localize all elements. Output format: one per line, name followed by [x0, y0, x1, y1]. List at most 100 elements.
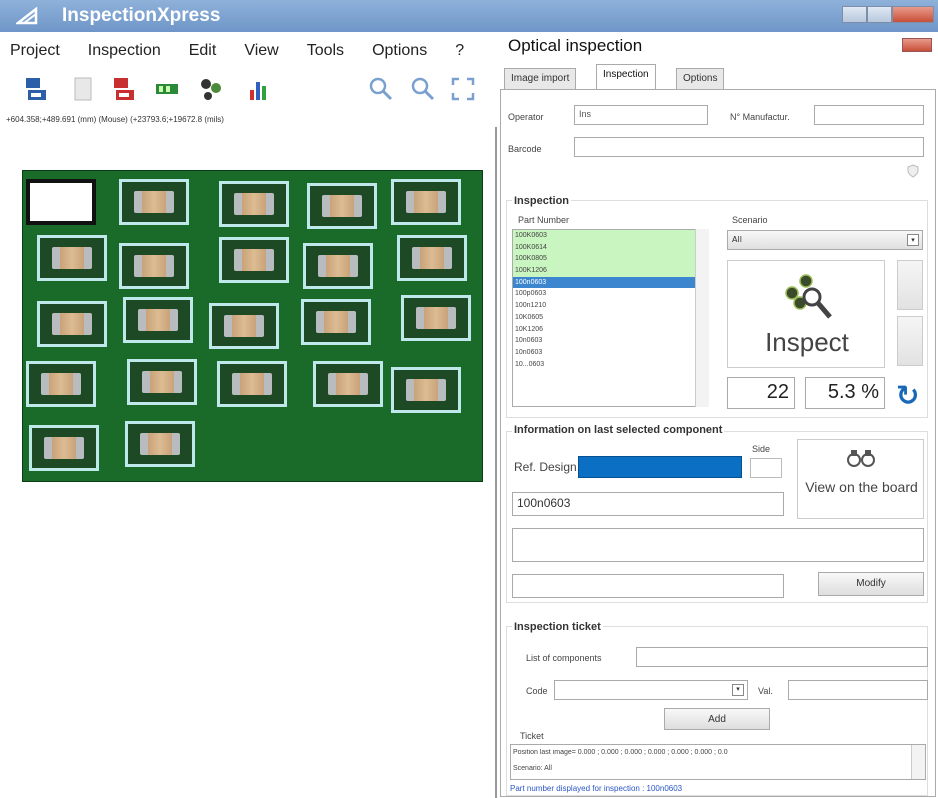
code-select[interactable]: ▾ [554, 680, 748, 700]
board-icon[interactable] [154, 76, 180, 102]
dropdown-arrow-icon[interactable]: ▾ [907, 234, 919, 246]
menu-inspection[interactable]: Inspection [88, 42, 161, 66]
component-box[interactable] [29, 425, 99, 471]
toolbar [10, 70, 498, 110]
dropdown-arrow-icon[interactable]: ▾ [732, 684, 744, 696]
component-box[interactable] [401, 295, 471, 341]
part-number-item[interactable]: 10...0603 [513, 359, 708, 371]
view-on-board-label: View on the board [805, 479, 918, 495]
part-number-item[interactable]: 100n0603 [513, 276, 708, 289]
menu-view[interactable]: View [244, 42, 278, 66]
tab-options[interactable]: Options [676, 68, 725, 90]
component-box[interactable] [391, 179, 461, 225]
tab-inspection[interactable]: Inspection [596, 64, 656, 90]
modify-button[interactable]: Modify [818, 572, 924, 596]
pcb-image[interactable] [22, 170, 483, 482]
component-box[interactable] [397, 235, 467, 281]
val-label: Val. [758, 686, 773, 696]
shield-icon[interactable] [906, 164, 920, 178]
component-box[interactable] [303, 243, 373, 289]
app-title: InspectionXpress [62, 5, 221, 26]
ref-design-field[interactable] [578, 456, 742, 478]
val-field[interactable] [788, 680, 928, 700]
component-box[interactable] [127, 359, 197, 405]
panel-title: Optical inspection [508, 36, 643, 55]
selected-component-marker[interactable] [26, 179, 96, 225]
part-number-item[interactable]: 10K1206 [513, 324, 708, 336]
scenario-label: Scenario [732, 215, 768, 225]
scroll-down-button[interactable] [897, 316, 923, 366]
inspection-group-title: Inspection [512, 195, 572, 207]
part-number-item[interactable]: 100K0805 [513, 253, 708, 266]
part-number-item[interactable]: 100K1206 [513, 265, 708, 277]
component-box[interactable] [123, 297, 193, 343]
maximize-button[interactable] [867, 6, 892, 23]
part-list-scrollbar[interactable] [695, 229, 709, 407]
component-box[interactable] [26, 361, 96, 407]
part-number-item[interactable]: 100p0603 [513, 288, 708, 300]
menu-tools[interactable]: Tools [307, 42, 344, 66]
tab-image-import[interactable]: Image import [504, 68, 577, 90]
open-board-icon[interactable] [24, 76, 50, 102]
barcode-field[interactable] [574, 137, 924, 157]
component-box[interactable] [219, 237, 289, 283]
part-number-list[interactable]: 100K0603 100K0614 100K0805 100K1206 100n0603… [512, 229, 709, 407]
binoculars-icon [847, 450, 875, 467]
list-components-label: List of components [526, 653, 602, 663]
component-box[interactable] [301, 299, 371, 345]
component-box[interactable] [313, 361, 383, 407]
component-comment-field[interactable] [512, 574, 784, 598]
part-value-field[interactable]: 100n0603 [512, 492, 784, 516]
menu-help[interactable]: ? [455, 42, 464, 66]
menu-options[interactable]: Options [372, 42, 427, 66]
zoom-in-icon[interactable] [368, 76, 394, 102]
ticket-scrollbar[interactable] [911, 745, 925, 779]
fit-to-window-icon[interactable] [450, 76, 476, 102]
component-box[interactable] [125, 421, 195, 467]
component-box[interactable] [37, 235, 107, 281]
open-red-icon[interactable] [112, 76, 138, 102]
inspect-button[interactable]: Inspect [727, 260, 885, 368]
mouse-coordinates: +604.358;+489.691 (mm) (Mouse) (+23793.6… [6, 115, 224, 124]
component-notes-field[interactable] [512, 528, 924, 562]
components-icon[interactable] [198, 76, 224, 102]
list-components-field[interactable] [636, 647, 928, 667]
menu-edit[interactable]: Edit [189, 42, 217, 66]
statistics-icon[interactable] [246, 76, 272, 102]
part-number-item[interactable]: 10n0603 [513, 335, 708, 347]
document-icon[interactable] [70, 76, 96, 102]
zoom-out-icon[interactable] [410, 76, 436, 102]
app-logo-icon [16, 7, 38, 25]
menu-bar: Project Inspection Edit View Tools Optio… [10, 42, 500, 66]
scroll-up-button[interactable] [897, 260, 923, 310]
side-field[interactable] [750, 458, 782, 478]
part-number-item[interactable]: 10n0603 [513, 347, 708, 359]
component-box[interactable] [119, 243, 189, 289]
inspected-count: 22 [727, 377, 795, 409]
component-box[interactable] [37, 301, 107, 347]
component-box[interactable] [391, 367, 461, 413]
manufacturer-field[interactable] [814, 105, 924, 125]
operator-field[interactable]: Ins [574, 105, 708, 125]
panel-close-button[interactable] [902, 38, 932, 52]
component-box[interactable] [209, 303, 279, 349]
component-box[interactable] [307, 183, 377, 229]
refresh-icon[interactable]: ↻ [896, 379, 919, 412]
part-number-item[interactable]: 10K0605 [513, 312, 708, 324]
inspected-percent: 5.3 % [805, 377, 885, 409]
component-box[interactable] [217, 361, 287, 407]
part-number-item[interactable]: 100K0614 [513, 241, 708, 254]
menu-project[interactable]: Project [10, 42, 60, 66]
ticket-text-area[interactable]: Position last image= 0.000 ; 0.000 ; 0.0… [510, 744, 926, 780]
component-box[interactable] [219, 181, 289, 227]
part-number-item[interactable]: 100K0603 [513, 230, 708, 242]
view-on-board-button[interactable]: View on the board [797, 439, 924, 519]
close-button[interactable] [892, 6, 934, 23]
scenario-value: All [732, 235, 742, 244]
component-box[interactable] [119, 179, 189, 225]
ticket-line-2: Scenario: All [513, 765, 552, 772]
part-number-item[interactable]: 100n1210 [513, 300, 708, 312]
minimize-button[interactable] [842, 6, 867, 23]
add-button[interactable]: Add [664, 708, 770, 730]
scenario-select[interactable]: All ▾ [727, 230, 923, 250]
